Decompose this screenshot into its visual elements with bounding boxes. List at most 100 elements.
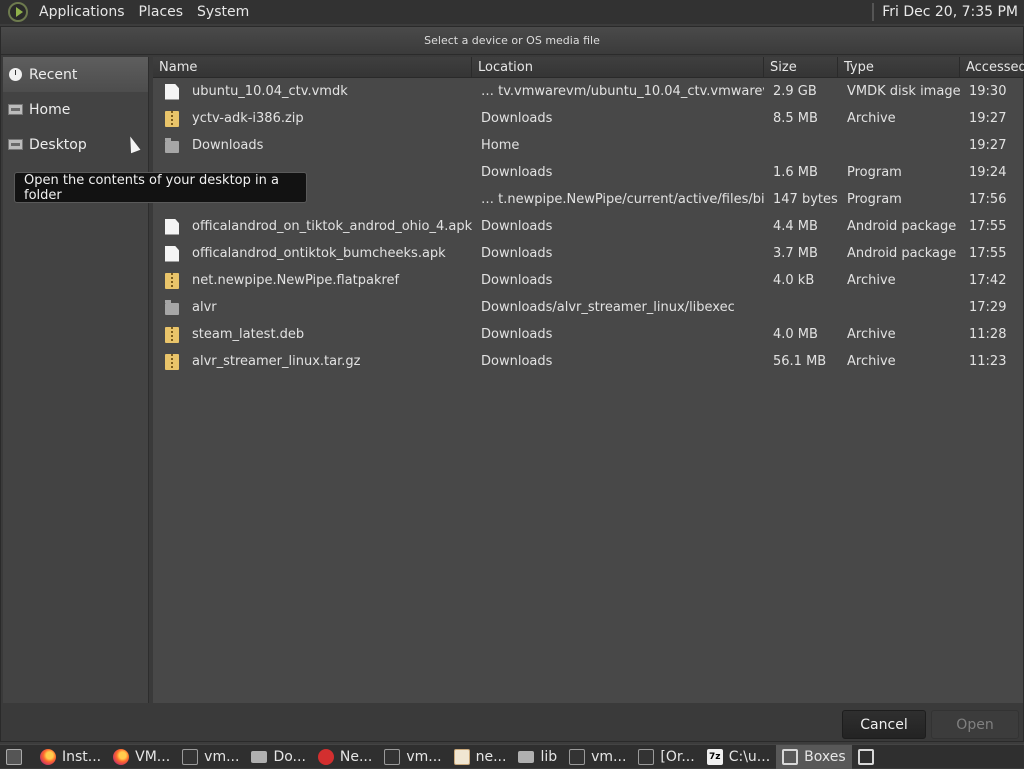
column-header-accessed[interactable]: Accessed xyxy=(960,57,1024,78)
taskbar-button[interactable]: Ne... xyxy=(312,745,378,769)
taskbar-label: [Or... xyxy=(660,748,695,765)
taskbar-button[interactable] xyxy=(0,745,34,769)
table-row[interactable]: Downloads Home 19:27 xyxy=(153,132,1023,159)
column-header-location[interactable]: Location xyxy=(472,57,764,78)
file-accessed-cell: 11:28 xyxy=(969,327,1007,342)
file-name: alvr_streamer_linux.tar.gz xyxy=(192,354,361,369)
menu-applications[interactable]: Applications xyxy=(32,4,132,20)
table-row[interactable]: officalandrod_ontiktok_bumcheeks.apk Down… xyxy=(153,240,1023,267)
file-type-cell: Archive xyxy=(847,111,896,126)
taskbar-label: Inst... xyxy=(62,748,102,765)
file-location-cell: Downloads xyxy=(481,273,553,288)
file-type-cell: Android package xyxy=(847,246,957,261)
column-header-type[interactable]: Type xyxy=(838,57,960,78)
taskbar-button[interactable]: ne... xyxy=(448,745,513,769)
file-type-cell: VMDK disk image xyxy=(847,84,960,99)
taskbar-button[interactable]: lib xyxy=(512,745,563,769)
file-name-cell: yctv-adk-i386.zip xyxy=(153,110,472,127)
sidebar-item-home[interactable]: Home xyxy=(3,92,148,127)
folder-icon xyxy=(165,300,179,315)
file-accessed-cell: 19:27 xyxy=(969,111,1007,126)
cancel-button[interactable]: Cancel xyxy=(842,710,926,739)
7zip-icon: 7z xyxy=(706,748,723,765)
sidebar-item-recent[interactable]: Recent xyxy=(3,57,148,92)
file-accessed-cell: 19:27 xyxy=(969,138,1007,153)
taskbar-button[interactable]: [Or... xyxy=(632,745,700,769)
taskbar-button[interactable]: vm... xyxy=(176,745,245,769)
table-row[interactable]: officalandrod_on_tiktok_androd_ohio_4.ap… xyxy=(153,213,1023,240)
boxes-icon xyxy=(782,748,799,765)
file-location-cell: Downloads xyxy=(481,327,553,342)
archive-icon xyxy=(165,110,179,127)
folder-icon xyxy=(251,750,268,763)
menu-places[interactable]: Places xyxy=(132,4,191,20)
taskbar: Inst... VM... vm... Do... Ne... vm... ne... lib… xyxy=(0,744,1024,769)
sidebar-item-desktop[interactable]: Desktop xyxy=(3,127,148,162)
table-row[interactable]: net.newpipe.NewPipe.flatpakref Downloads 4… xyxy=(153,267,1023,294)
file-accessed-cell: 11:23 xyxy=(969,354,1007,369)
taskbar-button[interactable]: vm... xyxy=(378,745,447,769)
taskbar-label: vm... xyxy=(591,748,627,765)
terminal-icon xyxy=(569,748,586,765)
column-header-name[interactable]: Name xyxy=(153,57,472,78)
document-icon xyxy=(165,245,179,262)
table-row[interactable]: steam_latest.deb Downloads 4.0 MB Archive 11… xyxy=(153,321,1023,348)
file-size-cell: 4.0 MB xyxy=(773,327,818,342)
places-sidebar: Recent Home Desktop xyxy=(3,57,149,703)
file-type-cell: Archive xyxy=(847,327,896,342)
taskbar-label: VM... xyxy=(135,748,171,765)
clock-icon xyxy=(7,68,23,82)
table-row[interactable]: yctv-adk-i386.zip Downloads 8.5 MB Archive 1… xyxy=(153,105,1023,132)
file-location-cell: Downloads/alvr_streamer_linux/libexec xyxy=(481,300,735,315)
file-name: alvr xyxy=(192,300,217,315)
taskbar-button[interactable] xyxy=(852,745,886,769)
file-name-cell: steam_latest.deb xyxy=(153,326,472,343)
file-name-cell: ubuntu_10.04_ctv.vmdk xyxy=(153,83,472,100)
file-name-cell: alvr xyxy=(153,300,472,315)
top-panel: Applications Places System Fri Dec 20, 7… xyxy=(0,0,1024,24)
folder-icon xyxy=(518,750,535,763)
file-location-cell: Home xyxy=(481,138,520,153)
file-name: Downloads xyxy=(192,138,264,153)
sidebar-item-label: Home xyxy=(29,101,71,118)
show-desktop-icon xyxy=(6,748,22,765)
file-name-cell: officalandrod_ontiktok_bumcheeks.apk xyxy=(153,245,472,262)
table-row[interactable]: ubuntu_10.04_ctv.vmdk … tv.vmwarevm/ubunt… xyxy=(153,78,1023,105)
file-name: ubuntu_10.04_ctv.vmdk xyxy=(192,84,348,99)
file-size-cell: 4.0 kB xyxy=(773,273,815,288)
taskbar-button[interactable]: Do... xyxy=(245,745,311,769)
taskbar-label: C:\u... xyxy=(728,748,771,765)
file-location-cell: Downloads xyxy=(481,219,553,234)
taskbar-label: ne... xyxy=(475,748,507,765)
column-header-size[interactable]: Size xyxy=(764,57,838,78)
taskbar-button[interactable]: vm... xyxy=(563,745,632,769)
file-name-cell: officalandrod_on_tiktok_androd_ohio_4.ap… xyxy=(153,218,472,235)
archive-icon xyxy=(165,272,179,289)
taskbar-button[interactable]: VM... xyxy=(107,745,176,769)
distro-logo-icon[interactable] xyxy=(8,2,28,22)
table-row[interactable]: alvr_streamer_linux.tar.gz Downloads 56.1 … xyxy=(153,348,1023,375)
table-row[interactable]: alvr Downloads/alvr_streamer_linux/libexe… xyxy=(153,294,1023,321)
file-name: net.newpipe.NewPipe.flatpakref xyxy=(192,273,400,288)
taskbar-label: vm... xyxy=(406,748,442,765)
dialog-title[interactable]: Select a device or OS media file xyxy=(1,27,1023,55)
taskbar-label: vm... xyxy=(204,748,240,765)
file-name: officalandrod_ontiktok_bumcheeks.apk xyxy=(192,246,446,261)
open-button[interactable]: Open xyxy=(931,710,1019,739)
file-list-header: Name Location Size Type Accessed xyxy=(153,57,1024,78)
terminal-icon xyxy=(638,748,655,765)
clock-text: Fri Dec 20, 7:35 PM xyxy=(882,4,1018,20)
taskbar-button[interactable]: Inst... xyxy=(34,745,107,769)
file-type-cell: Android package xyxy=(847,219,957,234)
taskbar-button[interactable]: 7z C:\u... xyxy=(701,745,776,769)
file-type-cell: Archive xyxy=(847,273,896,288)
menu-system[interactable]: System xyxy=(190,4,256,20)
file-accessed-cell: 19:30 xyxy=(969,84,1007,99)
boxes-icon xyxy=(857,748,874,765)
panel-clock[interactable]: Fri Dec 20, 7:35 PM xyxy=(872,3,1024,21)
file-size-cell: 147 bytes xyxy=(773,192,838,207)
taskbar-button[interactable]: Boxes xyxy=(776,744,852,769)
taskbar-label: Ne... xyxy=(339,748,373,765)
clock-separator xyxy=(872,3,875,21)
file-name: officalandrod_on_tiktok_androd_ohio_4.ap… xyxy=(192,219,472,234)
